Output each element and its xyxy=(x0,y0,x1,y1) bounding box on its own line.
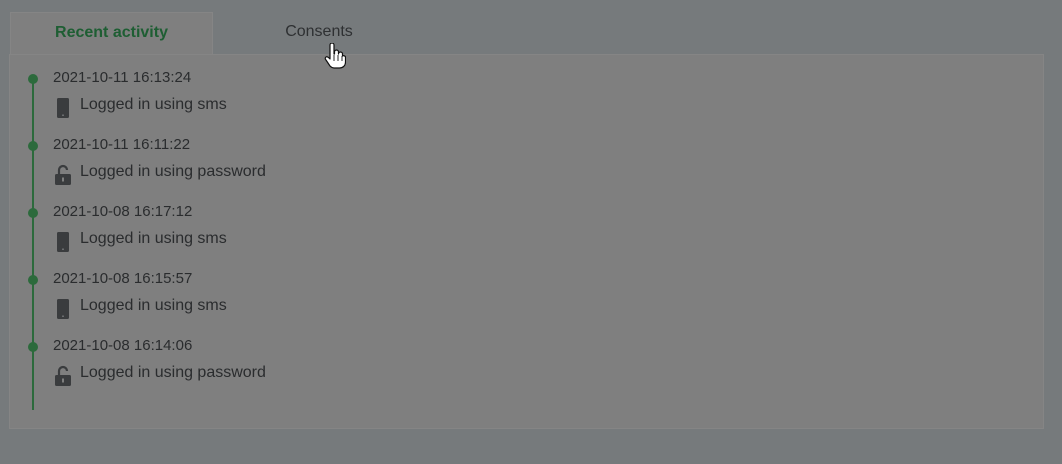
activity-timestamp: 2021-10-11 16:13:24 xyxy=(53,69,192,86)
tab-consents[interactable]: Consents xyxy=(213,12,425,54)
hand-cursor-icon xyxy=(324,43,346,69)
activity-description: Logged in using sms xyxy=(80,96,227,113)
activity-entry: 2021-10-08 16:15:57 Logged in using sms xyxy=(0,270,600,335)
unlock-icon xyxy=(55,365,71,386)
activity-entry: 2021-10-11 16:11:22 Logged in using pass… xyxy=(0,136,600,201)
activity-entry: 2021-10-08 16:17:12 Logged in using sms xyxy=(0,203,600,268)
activity-timestamp: 2021-10-11 16:11:22 xyxy=(53,136,191,153)
activity-description: Logged in using password xyxy=(80,163,266,180)
phone-icon xyxy=(57,232,69,252)
timeline-dot xyxy=(28,342,38,352)
phone-icon xyxy=(57,299,69,319)
timeline-dot xyxy=(28,275,38,285)
tab-recent-activity[interactable]: Recent activity xyxy=(10,12,213,54)
activity-entry: 2021-10-11 16:13:24 Logged in using sms xyxy=(0,69,600,134)
phone-icon xyxy=(57,98,69,118)
unlock-icon xyxy=(55,164,71,185)
activity-timestamp: 2021-10-08 16:17:12 xyxy=(53,203,193,220)
app-window: Recent activity Consents 2021-10-11 16:1… xyxy=(0,0,1062,464)
activity-entry: 2021-10-08 16:14:06 Logged in using pass… xyxy=(0,337,600,402)
activity-description: Logged in using password xyxy=(80,364,266,381)
timeline-dot xyxy=(28,208,38,218)
activity-timestamp: 2021-10-08 16:14:06 xyxy=(53,337,193,354)
activity-description: Logged in using sms xyxy=(80,230,227,247)
activity-timestamp: 2021-10-08 16:15:57 xyxy=(53,270,193,287)
timeline-dot xyxy=(28,141,38,151)
timeline-dot xyxy=(28,74,38,84)
tab-bar: Recent activity Consents xyxy=(10,12,425,54)
activity-description: Logged in using sms xyxy=(80,297,227,314)
